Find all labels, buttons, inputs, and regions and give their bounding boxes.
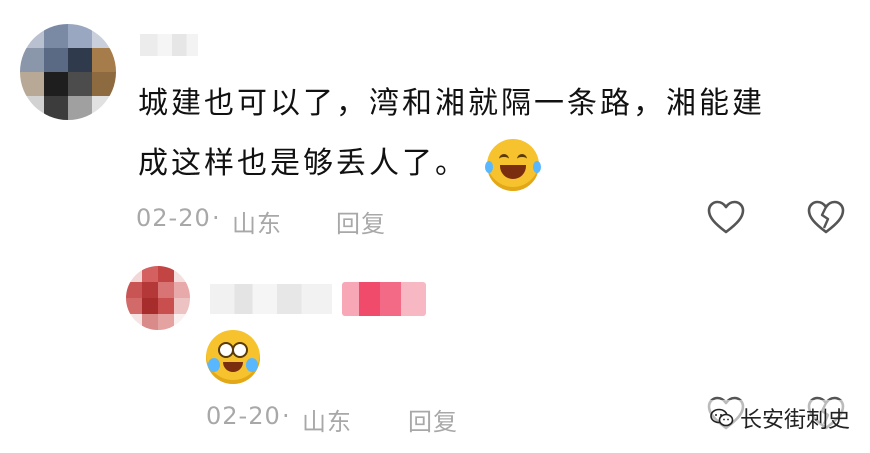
reply-location: 山东 (302, 408, 352, 436)
crying-laughing-emoji-icon (206, 330, 260, 384)
heart-icon[interactable] (706, 198, 746, 238)
reply-date: 02-20 (206, 402, 281, 430)
rolling-laughing-emoji-icon (484, 138, 541, 191)
watermark-text: 长安街刺史 (740, 408, 851, 433)
author-tag-blurred (342, 282, 426, 316)
comment-text: 城建也可以了，湾和湘就隔一条路，湘能建 成这样也是够丢人了。 (138, 74, 838, 194)
reply-reply-button[interactable]: 回复 (408, 402, 458, 437)
reply-avatar[interactable] (126, 266, 190, 330)
username-blurred[interactable] (140, 34, 198, 56)
reply-button[interactable]: 回复 (336, 204, 386, 239)
separator-dot: · (212, 204, 221, 232)
comment-location: 山东 (232, 210, 282, 238)
comment-line-2: 成这样也是够丢人了。 (138, 146, 468, 181)
wechat-icon (710, 408, 734, 427)
comment-line-1: 城建也可以了，湾和湘就隔一条路，湘能建 (138, 86, 765, 121)
comment-date: 02-20 (136, 204, 211, 232)
broken-heart-icon[interactable] (806, 198, 846, 238)
reply-username-blurred[interactable] (210, 284, 332, 314)
watermark: 长安街刺史 (706, 400, 855, 436)
separator-dot: · (282, 402, 291, 430)
avatar[interactable] (20, 24, 116, 120)
